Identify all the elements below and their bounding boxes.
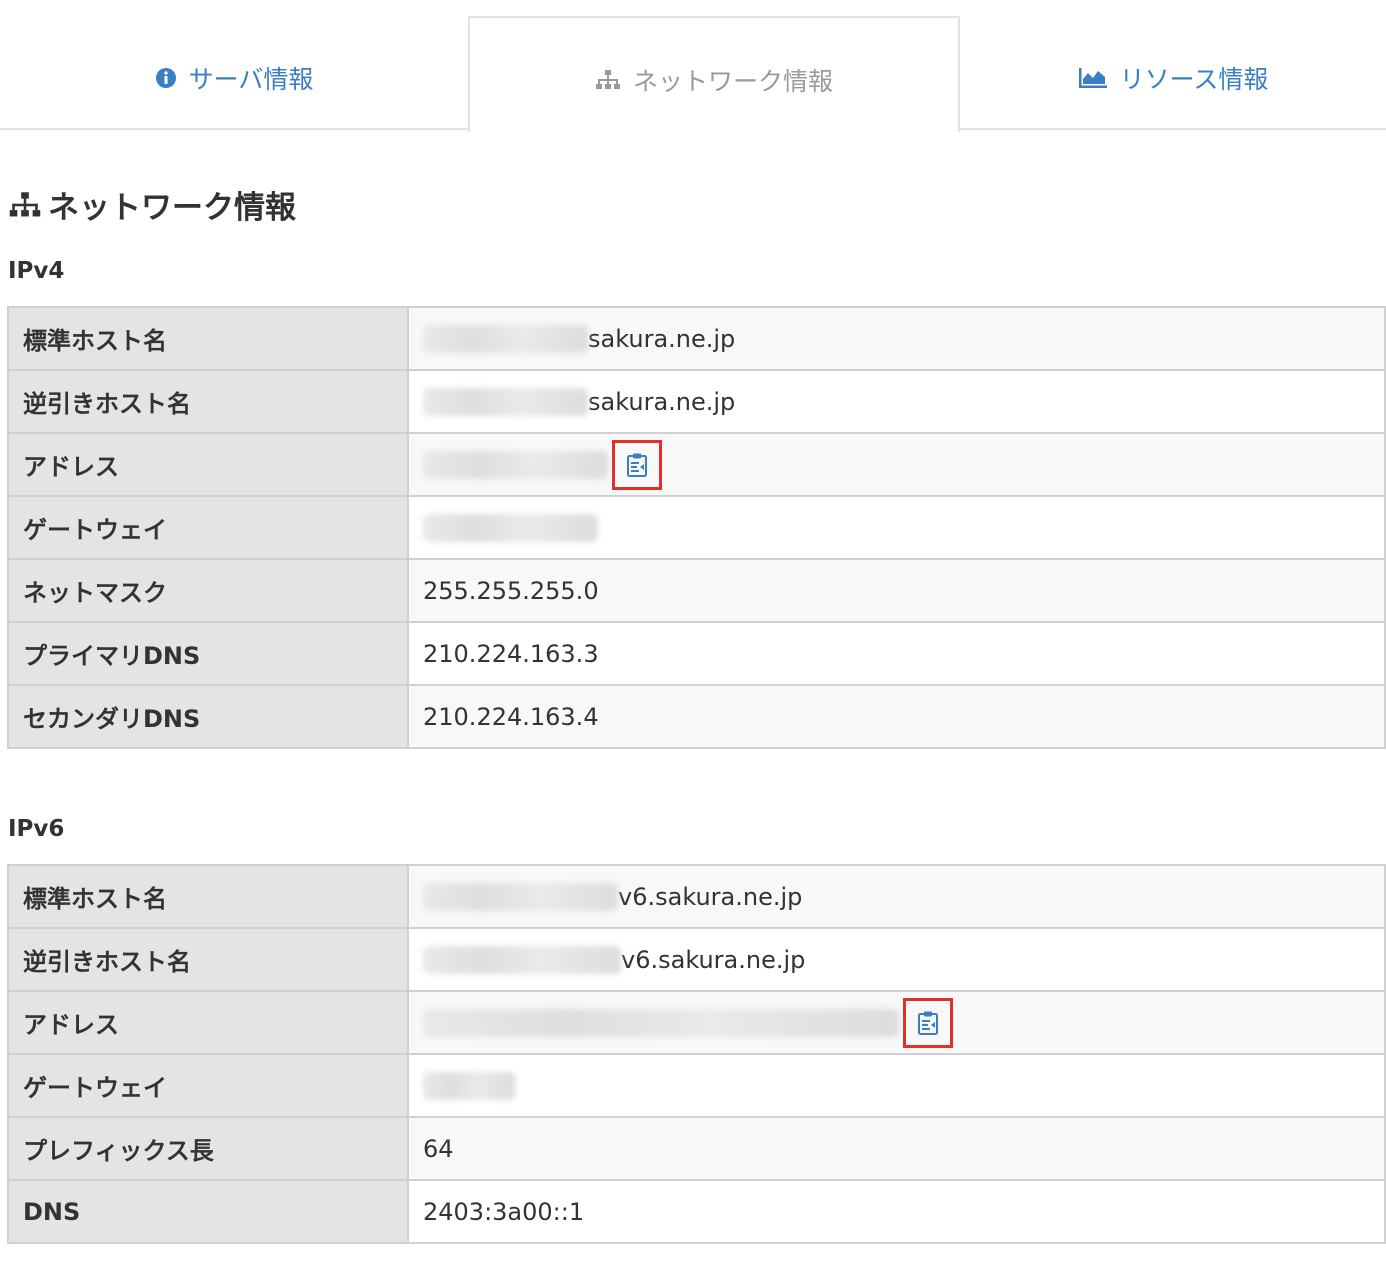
redacted-value (423, 882, 618, 911)
table-row: アドレス (7, 990, 1386, 1055)
redacted-value (423, 945, 621, 974)
row-label: DNS (7, 1179, 409, 1244)
table-row: ネットマスク 255.255.255.0 (7, 558, 1386, 623)
redacted-value (423, 1008, 899, 1037)
info-circle-icon (155, 67, 177, 89)
row-label: 逆引きホスト名 (7, 369, 409, 434)
network-icon (595, 69, 621, 91)
row-value: 255.255.255.0 (407, 558, 1386, 623)
table-row: プレフィックス長 64 (7, 1116, 1386, 1181)
row-label: ゲートウェイ (7, 1053, 409, 1118)
ipv6-section-title: IPv6 (8, 816, 65, 842)
redacted-value (423, 513, 598, 542)
row-label: 逆引きホスト名 (7, 927, 409, 992)
tab-label: サーバ情報 (188, 65, 314, 94)
row-label: アドレス (7, 990, 409, 1055)
redacted-value (423, 324, 588, 353)
ipv6-table: 標準ホスト名 v6.sakura.ne.jp 逆引きホスト名 v6.sakura… (7, 864, 1386, 1244)
ipv4-table: 標準ホスト名 sakura.ne.jp 逆引きホスト名 sakura.ne.jp… (7, 306, 1386, 749)
table-row: 標準ホスト名 sakura.ne.jp (7, 306, 1386, 371)
hostname-suffix: sakura.ne.jp (588, 387, 736, 416)
row-value: sakura.ne.jp (407, 306, 1386, 371)
row-label: 標準ホスト名 (7, 306, 409, 371)
tab-resource-info[interactable]: リソース情報 (960, 16, 1386, 130)
table-row: アドレス (7, 432, 1386, 497)
page-title-text: ネットワーク情報 (48, 190, 296, 226)
row-value (407, 990, 1386, 1055)
row-label: ネットマスク (7, 558, 409, 623)
redacted-value (423, 1071, 515, 1100)
table-row: セカンダリDNS 210.224.163.4 (7, 684, 1386, 749)
tab-label: リソース情報 (1119, 65, 1269, 94)
clipboard-icon (627, 453, 647, 477)
hostname-suffix: sakura.ne.jp (588, 324, 736, 353)
tab-network-info[interactable]: ネットワーク情報 (468, 16, 960, 132)
page-title: ネットワーク情報 (8, 182, 296, 227)
tab-bar: サーバ情報 ネットワーク情報 リソース情報 (0, 0, 1386, 132)
row-label: アドレス (7, 432, 409, 497)
network-icon (8, 191, 42, 219)
row-value: v6.sakura.ne.jp (407, 864, 1386, 929)
tab-server-info[interactable]: サーバ情報 (0, 16, 468, 130)
table-row: ゲートウェイ (7, 495, 1386, 560)
table-row: DNS 2403:3a00::1 (7, 1179, 1386, 1244)
redacted-value (423, 450, 608, 479)
row-value: 64 (407, 1116, 1386, 1181)
row-value: 210.224.163.4 (407, 684, 1386, 749)
area-chart-icon (1078, 67, 1108, 89)
row-value (407, 495, 1386, 560)
table-row: 逆引きホスト名 sakura.ne.jp (7, 369, 1386, 434)
row-label: セカンダリDNS (7, 684, 409, 749)
row-label: ゲートウェイ (7, 495, 409, 560)
clipboard-icon (918, 1011, 938, 1035)
table-row: 逆引きホスト名 v6.sakura.ne.jp (7, 927, 1386, 992)
row-value: 2403:3a00::1 (407, 1179, 1386, 1244)
row-value: sakura.ne.jp (407, 369, 1386, 434)
copy-address-button[interactable] (612, 439, 662, 490)
tab-label: ネットワーク情報 (632, 67, 833, 96)
row-label: プライマリDNS (7, 621, 409, 686)
row-label: 標準ホスト名 (7, 864, 409, 929)
table-row: ゲートウェイ (7, 1053, 1386, 1118)
hostname-suffix: v6.sakura.ne.jp (621, 945, 806, 974)
hostname-suffix: v6.sakura.ne.jp (618, 882, 803, 911)
ipv4-section-title: IPv4 (8, 258, 65, 284)
row-value: v6.sakura.ne.jp (407, 927, 1386, 992)
row-value (407, 432, 1386, 497)
table-row: プライマリDNS 210.224.163.3 (7, 621, 1386, 686)
copy-address-button[interactable] (903, 997, 953, 1048)
row-value: 210.224.163.3 (407, 621, 1386, 686)
row-value (407, 1053, 1386, 1118)
table-row: 標準ホスト名 v6.sakura.ne.jp (7, 864, 1386, 929)
redacted-value (423, 387, 588, 416)
row-label: プレフィックス長 (7, 1116, 409, 1181)
